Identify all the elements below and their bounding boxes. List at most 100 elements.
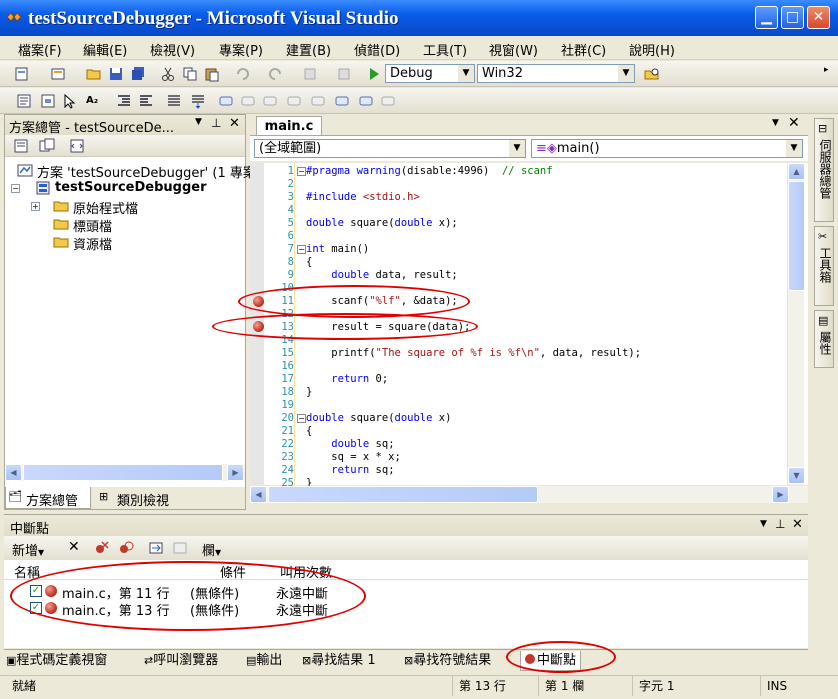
code-line[interactable]: double sq; xyxy=(306,438,394,451)
decrease-indent-icon[interactable] xyxy=(116,93,132,109)
code-line[interactable]: return sq; xyxy=(306,464,394,477)
complete-word-icon[interactable]: A₂ xyxy=(86,95,98,106)
sidebar-server-explorer[interactable]: ⊟ 伺服器總管 xyxy=(814,118,834,222)
navigate-backward-icon[interactable] xyxy=(302,66,318,82)
scroll-left-icon[interactable]: ◀ xyxy=(250,486,267,503)
scroll-right-icon[interactable]: ▶ xyxy=(227,464,244,481)
tree-project-node[interactable]: testSourceDebugger xyxy=(35,180,245,198)
code-line[interactable]: } xyxy=(306,386,312,399)
expand-folder-toggle[interactable]: + xyxy=(31,202,40,211)
new-breakpoint-button[interactable]: 新增▼ xyxy=(12,540,44,559)
solution-configuration-select[interactable]: Debug ▼ xyxy=(385,64,475,83)
close-button[interactable]: ✕ xyxy=(807,6,830,29)
tab-code-definition[interactable]: ▣程式碼定義視窗 xyxy=(6,651,107,671)
outline-collapse-toggle[interactable]: − xyxy=(297,167,306,176)
next-bookmark-doc-icon[interactable] xyxy=(358,93,374,109)
clear-bookmarks-icon[interactable] xyxy=(380,93,396,109)
code-line[interactable]: #include <stdio.h> xyxy=(306,191,420,204)
menu-help[interactable]: 說明(H) xyxy=(629,40,675,59)
code-line[interactable]: int main() xyxy=(306,243,369,256)
menu-debug[interactable]: 偵錯(D) xyxy=(354,40,400,59)
next-bookmark-folder-icon[interactable] xyxy=(310,93,326,109)
code-line[interactable]: sq = x * x; xyxy=(306,451,401,464)
code-line[interactable]: { xyxy=(306,425,312,438)
scroll-right-icon[interactable]: ▶ xyxy=(772,486,789,503)
outline-collapse-toggle[interactable]: − xyxy=(297,245,306,254)
menu-project[interactable]: 專案(P) xyxy=(219,40,263,59)
quick-info-icon[interactable] xyxy=(62,93,78,109)
title-bar[interactable]: testSourceDebugger - Microsoft Visual St… xyxy=(0,0,838,36)
increase-indent-icon[interactable] xyxy=(138,93,154,109)
save-all-icon[interactable] xyxy=(130,66,146,82)
maximize-button[interactable]: □ xyxy=(781,6,804,29)
disable-all-breakpoints-icon[interactable] xyxy=(118,540,134,556)
solution-platform-select[interactable]: Win32 ▼ xyxy=(477,64,635,83)
paste-icon[interactable] xyxy=(204,66,220,82)
code-line[interactable]: return 0; xyxy=(306,373,388,386)
scroll-left-icon[interactable]: ◀ xyxy=(5,464,22,481)
menu-community[interactable]: 社群(C) xyxy=(561,40,606,59)
tree-solution-node[interactable]: 方案 'testSourceDebugger' (1 專案) xyxy=(17,162,261,181)
uncomment-icon[interactable] xyxy=(190,93,206,109)
scroll-thumb[interactable] xyxy=(788,181,805,291)
editor-vscroll[interactable]: ▲ ▼ xyxy=(787,163,805,485)
start-debugging-icon[interactable] xyxy=(366,66,382,82)
scroll-up-icon[interactable]: ▲ xyxy=(788,163,805,180)
menu-file[interactable]: 檔案(F) xyxy=(18,40,62,59)
solution-explorer-hscroll[interactable]: ◀ ▶ xyxy=(5,464,245,481)
code-line[interactable]: double data, result; xyxy=(306,269,457,282)
tab-solution-explorer[interactable]: 🗂 方案總管 xyxy=(5,487,91,509)
open-folder-icon[interactable] xyxy=(86,66,102,82)
tree-folder-resources[interactable]: 資源檔 xyxy=(53,234,243,253)
scroll-thumb[interactable] xyxy=(23,464,223,481)
go-to-source-icon[interactable] xyxy=(148,540,164,556)
auto-hide-pin-icon[interactable]: ⊥ xyxy=(775,517,785,531)
previous-bookmark-folder-icon[interactable] xyxy=(286,93,302,109)
function-select[interactable]: ≡◈main() ▼ xyxy=(531,139,803,158)
previous-bookmark-doc-icon[interactable] xyxy=(334,93,350,109)
redo-icon[interactable] xyxy=(268,66,284,82)
menu-edit[interactable]: 編輯(E) xyxy=(83,40,127,59)
new-project-icon[interactable] xyxy=(14,66,30,82)
bookmark-icon[interactable] xyxy=(218,93,234,109)
minimize-button[interactable]: ▁ xyxy=(755,6,778,29)
window-position-icon[interactable]: ▼ xyxy=(760,519,767,529)
scope-select[interactable]: (全域範圍) ▼ xyxy=(254,139,526,158)
save-icon[interactable] xyxy=(108,66,124,82)
auto-hide-pin-icon[interactable]: ⊥ xyxy=(211,116,221,130)
menu-view[interactable]: 檢視(V) xyxy=(150,40,195,59)
editor-hscroll[interactable]: ◀ ▶ xyxy=(250,486,808,503)
find-in-files-icon[interactable] xyxy=(644,66,660,82)
outline-collapse-toggle[interactable]: − xyxy=(297,414,306,423)
member-list-icon[interactable] xyxy=(16,93,32,109)
copy-icon[interactable] xyxy=(182,66,198,82)
tab-class-view[interactable]: ⊞ 類別檢視 xyxy=(97,487,197,509)
code-line[interactable]: double square(double x) xyxy=(306,412,451,425)
properties-icon[interactable] xyxy=(13,138,29,154)
undo-icon[interactable] xyxy=(234,66,250,82)
code-line[interactable]: printf("The square of %f is %f\n", data,… xyxy=(306,347,641,360)
scroll-down-icon[interactable]: ▼ xyxy=(788,467,805,484)
active-files-icon[interactable]: ▼ xyxy=(772,118,779,128)
next-bookmark-icon[interactable] xyxy=(262,93,278,109)
show-all-files-icon[interactable] xyxy=(39,138,55,154)
tab-find-results-1[interactable]: ⊠尋找結果 1 xyxy=(302,651,376,671)
tab-call-browser[interactable]: ⇄呼叫瀏覽器 xyxy=(144,651,218,671)
columns-button[interactable]: 欄▼ xyxy=(202,540,221,559)
previous-bookmark-icon[interactable] xyxy=(240,93,256,109)
editor-close-icon[interactable]: ✕ xyxy=(788,115,800,131)
cut-icon[interactable] xyxy=(160,66,176,82)
collapse-project-toggle[interactable]: − xyxy=(11,184,20,193)
panel-close-icon[interactable]: ✕ xyxy=(792,517,803,532)
toolbar-overflow-icon[interactable]: ▸ xyxy=(824,65,829,75)
sidebar-properties[interactable]: ▤ 屬性 xyxy=(814,310,834,368)
tab-main-c[interactable]: main.c xyxy=(256,116,322,136)
menu-tools[interactable]: 工具(T) xyxy=(423,40,467,59)
window-position-icon[interactable]: ▼ xyxy=(195,117,202,127)
delete-icon[interactable]: ✕ xyxy=(68,539,80,555)
tab-find-symbol-results[interactable]: ⊠尋找符號結果 xyxy=(404,651,491,671)
comment-out-icon[interactable] xyxy=(166,93,182,109)
parameter-info-icon[interactable] xyxy=(40,93,56,109)
code-line[interactable]: double square(double x); xyxy=(306,217,458,230)
navigate-forward-icon[interactable] xyxy=(336,66,352,82)
